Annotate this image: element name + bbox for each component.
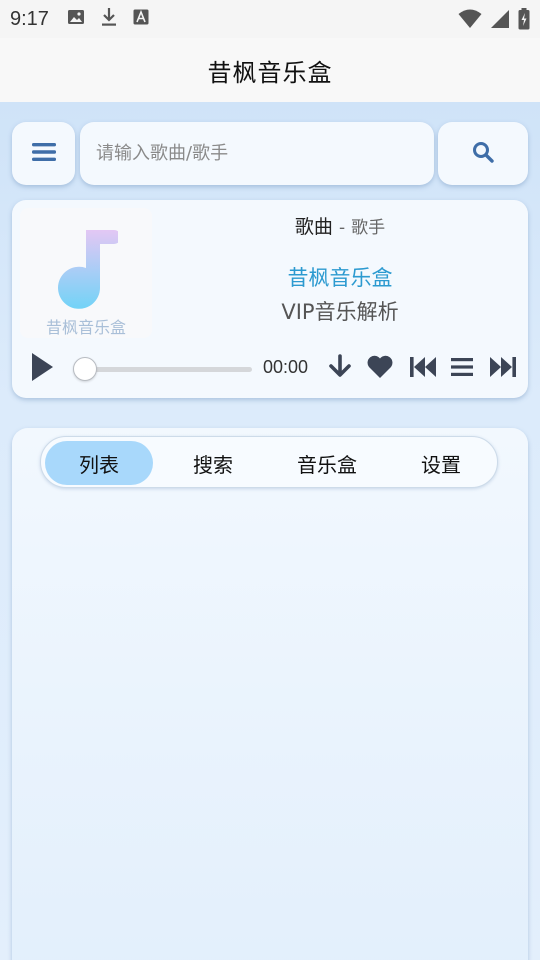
app-bar: 昔枫音乐盒 (0, 38, 540, 102)
cover-label: 昔枫音乐盒 (45, 318, 126, 337)
download-icon (101, 7, 117, 32)
status-bar: 9:17 (0, 0, 540, 38)
play-icon (32, 353, 53, 381)
font-icon (133, 8, 149, 30)
tab-list[interactable]: 列表 (45, 441, 153, 485)
previous-button[interactable] (409, 354, 437, 384)
menu-icon (31, 142, 56, 166)
play-button[interactable] (30, 352, 54, 386)
brand-name: 昔枫音乐盒 (287, 266, 393, 290)
tab-music-box[interactable]: 音乐盒 (273, 441, 381, 485)
progress-track[interactable] (80, 367, 252, 372)
song-artist: 歌手 (351, 218, 386, 238)
music-note-icon (58, 230, 118, 309)
song-title: 歌曲 (294, 216, 333, 238)
tab-bar: 列表 搜索 音乐盒 设置 (40, 436, 498, 488)
player-card: 昔枫音乐盒 歌曲 - 歌手 昔枫音乐盒 VIP音乐解析 00:00 (12, 200, 528, 398)
current-time: 00:00 (263, 357, 309, 377)
playlist-button[interactable] (450, 354, 474, 384)
tab-settings[interactable]: 设置 (387, 441, 495, 485)
image-icon (67, 8, 85, 31)
playback-controls: 00:00 (12, 350, 528, 386)
list-icon (451, 358, 473, 376)
content-panel: 列表 搜索 音乐盒 设置 (12, 428, 528, 960)
skip-previous-icon (410, 357, 436, 377)
search-input[interactable] (96, 143, 434, 164)
song-separator: - (338, 218, 346, 238)
song-info: 歌曲 - 歌手 (162, 212, 518, 239)
download-arrow-icon (329, 354, 351, 377)
next-button[interactable] (489, 354, 517, 384)
search-icon (472, 141, 494, 167)
skip-next-icon (490, 357, 516, 377)
app-title: 昔枫音乐盒 (207, 58, 333, 87)
vip-subtitle: VIP音乐解析 (281, 300, 399, 324)
album-cover: 昔枫音乐盒 (20, 208, 152, 338)
favorite-button[interactable] (366, 354, 394, 384)
heart-icon (367, 355, 393, 378)
wifi-icon (458, 9, 482, 34)
menu-button[interactable] (12, 122, 75, 185)
signal-icon (490, 9, 510, 34)
search-button[interactable] (438, 122, 528, 185)
search-bar (80, 122, 434, 185)
progress-thumb[interactable] (73, 357, 97, 381)
tab-search[interactable]: 搜索 (159, 441, 267, 485)
download-button[interactable] (328, 354, 352, 384)
main-area: 昔枫音乐盒 歌曲 - 歌手 昔枫音乐盒 VIP音乐解析 00:00 (0, 102, 540, 960)
status-time: 9:17 (10, 7, 49, 30)
battery-icon (518, 8, 530, 35)
